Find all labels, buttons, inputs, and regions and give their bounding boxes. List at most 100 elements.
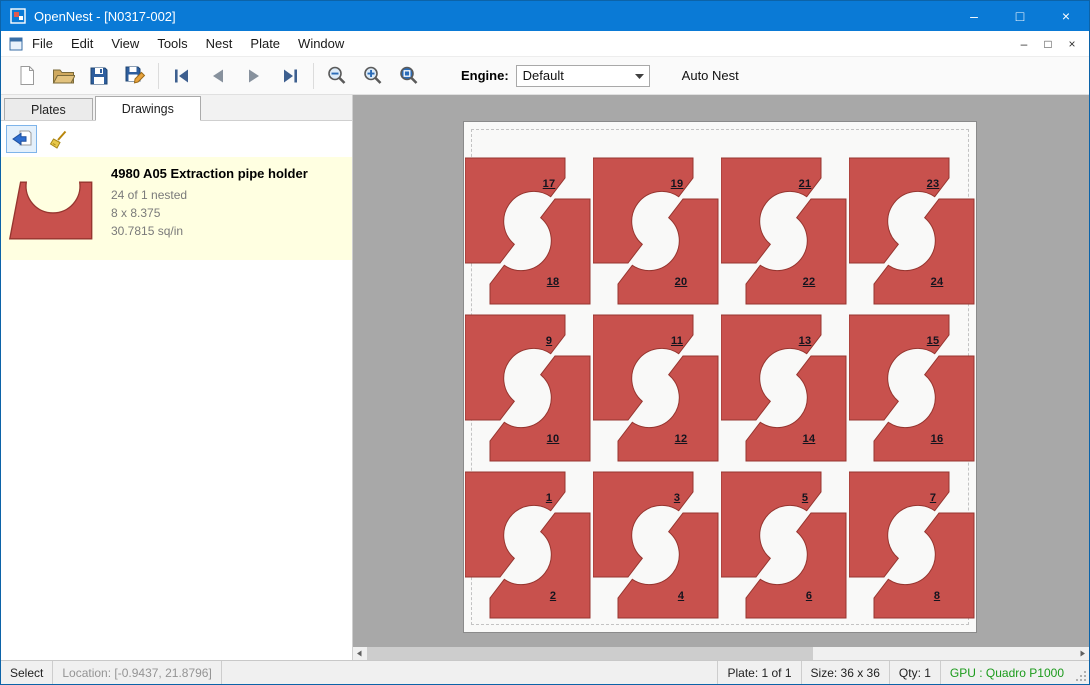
status-plate: Plate: 1 of 1 <box>717 661 800 684</box>
blue-arrow-page-icon <box>12 130 32 148</box>
mdi-restore-button[interactable]: □ <box>1037 34 1059 54</box>
mdi-close-button[interactable]: × <box>1061 34 1083 54</box>
zoom-fit-button[interactable] <box>391 60 427 92</box>
save-edit-icon <box>124 65 146 86</box>
save-button[interactable] <box>81 60 117 92</box>
part-shape-thumbnail <box>8 166 98 246</box>
scroll-left-button[interactable] <box>353 647 366 660</box>
go-previous-icon <box>206 66 230 86</box>
part-number-label: 4 <box>678 590 684 602</box>
next-plate-button[interactable] <box>236 60 272 92</box>
nested-part-shapes <box>593 313 719 465</box>
nested-part-shapes <box>849 156 975 308</box>
tab-drawings[interactable]: Drawings <box>95 96 201 121</box>
save-floppy-icon <box>89 66 109 86</box>
part-thumbnail <box>8 166 98 251</box>
zoom-in-button[interactable] <box>355 60 391 92</box>
part-number-label: 16 <box>931 433 944 445</box>
status-size: Size: 36 x 36 <box>801 661 889 684</box>
save-as-button[interactable] <box>117 60 153 92</box>
menu-edit[interactable]: Edit <box>62 31 102 56</box>
zoom-in-icon <box>362 65 384 86</box>
drawing-title: 4980 A05 Extraction pipe holder <box>111 166 308 181</box>
scrollbar-thumb[interactable] <box>367 647 813 660</box>
import-drawing-button[interactable] <box>6 125 37 153</box>
status-mode: Select <box>1 661 53 684</box>
part-number-label: 17 <box>543 178 556 190</box>
chevron-down-icon[interactable] <box>631 73 649 79</box>
menu-window[interactable]: Window <box>289 31 353 56</box>
mdi-minimize-button[interactable]: – <box>1013 34 1035 54</box>
new-button[interactable] <box>9 60 45 92</box>
nested-part-pair[interactable]: 1920 <box>593 156 721 313</box>
tab-plates[interactable]: Plates <box>4 98 93 120</box>
engine-selected-value: Default <box>517 68 631 83</box>
zoom-out-button[interactable] <box>319 60 355 92</box>
menu-view[interactable]: View <box>102 31 148 56</box>
part-number-label: 19 <box>671 178 684 190</box>
nested-part-shapes <box>721 156 847 308</box>
nested-part-shapes <box>465 156 591 308</box>
mdi-child-icon <box>9 37 23 51</box>
part-number-label: 23 <box>927 178 940 190</box>
plate-sheet[interactable]: 171819202122232491011121314151612345678 <box>463 121 977 633</box>
auto-nest-button[interactable]: Auto Nest <box>674 63 747 88</box>
nested-part-shapes <box>721 313 847 465</box>
part-number-label: 6 <box>806 590 812 602</box>
part-number-label: 15 <box>927 335 940 347</box>
drawing-area: 30.7815 sq/in <box>111 222 308 240</box>
nested-part-pair[interactable]: 2324 <box>849 156 977 313</box>
status-bar: Select Location: [-0.9437, 21.8796] Plat… <box>1 660 1089 684</box>
minimize-button[interactable]: – <box>951 1 997 31</box>
close-button[interactable]: × <box>1043 1 1089 31</box>
nested-part-pair[interactable]: 1516 <box>849 313 977 470</box>
first-plate-button[interactable] <box>164 60 200 92</box>
status-gpu: GPU : Quadro P1000 <box>940 661 1073 684</box>
menu-nest[interactable]: Nest <box>197 31 242 56</box>
maximize-button[interactable]: □ <box>997 1 1043 31</box>
nested-part-pair[interactable]: 1112 <box>593 313 721 470</box>
nest-canvas[interactable]: 171819202122232491011121314151612345678 <box>353 95 1089 660</box>
nested-part-pair[interactable]: 12 <box>465 470 593 627</box>
new-document-icon <box>17 65 37 86</box>
left-panel: Plates Drawings <box>1 95 353 660</box>
nested-part-pair[interactable]: 1314 <box>721 313 849 470</box>
broom-icon <box>49 130 69 149</box>
app-window: OpenNest - [N0317-002] – □ × File Edit V… <box>0 0 1090 685</box>
clear-drawings-button[interactable] <box>43 125 74 153</box>
open-button[interactable] <box>45 60 81 92</box>
previous-plate-button[interactable] <box>200 60 236 92</box>
go-first-icon <box>170 66 194 86</box>
last-plate-button[interactable] <box>272 60 308 92</box>
part-number-label: 1 <box>546 492 552 504</box>
scroll-right-button[interactable] <box>1076 647 1089 660</box>
nested-part-pair[interactable]: 910 <box>465 313 593 470</box>
plate-cells: 171819202122232491011121314151612345678 <box>465 156 977 627</box>
menu-tools[interactable]: Tools <box>148 31 196 56</box>
resize-grip[interactable] <box>1073 661 1089 684</box>
drawing-dimensions: 8 x 8.375 <box>111 204 308 222</box>
drawing-list-item[interactable]: 4980 A05 Extraction pipe holder 24 of 1 … <box>1 157 352 260</box>
opennest-logo-icon <box>10 8 26 24</box>
nested-part-shapes <box>721 470 847 622</box>
nested-part-pair[interactable]: 2122 <box>721 156 849 313</box>
nested-part-pair[interactable]: 34 <box>593 470 721 627</box>
nested-part-pair[interactable]: 78 <box>849 470 977 627</box>
nested-part-shapes <box>465 313 591 465</box>
canvas-horizontal-scrollbar[interactable] <box>353 647 1089 660</box>
part-number-label: 11 <box>671 335 683 347</box>
menu-plate[interactable]: Plate <box>241 31 289 56</box>
nested-part-pair[interactable]: 1718 <box>465 156 593 313</box>
go-last-icon <box>278 66 302 86</box>
window-title: OpenNest - [N0317-002] <box>34 9 176 24</box>
drawing-info: 4980 A05 Extraction pipe holder 24 of 1 … <box>111 166 308 240</box>
part-number-label: 18 <box>547 276 560 288</box>
nested-part-pair[interactable]: 56 <box>721 470 849 627</box>
drawing-nested-count: 24 of 1 nested <box>111 186 308 204</box>
title-bar[interactable]: OpenNest - [N0317-002] – □ × <box>1 1 1089 31</box>
menu-file[interactable]: File <box>23 31 62 56</box>
engine-select[interactable]: Default <box>516 65 650 87</box>
part-number-label: 3 <box>674 492 680 504</box>
mdi-window-controls: – □ × <box>1013 34 1083 54</box>
open-folder-icon <box>52 66 75 86</box>
